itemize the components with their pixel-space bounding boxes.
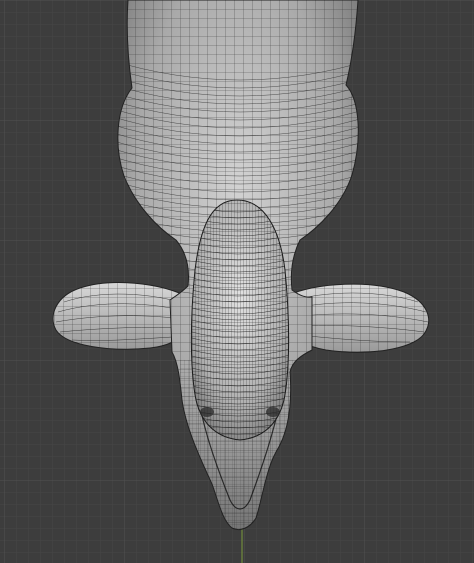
right-nostril — [266, 407, 280, 417]
viewport-canvas[interactable] — [0, 0, 474, 563]
3d-viewport[interactable] — [0, 0, 474, 563]
left-nostril — [200, 407, 214, 417]
